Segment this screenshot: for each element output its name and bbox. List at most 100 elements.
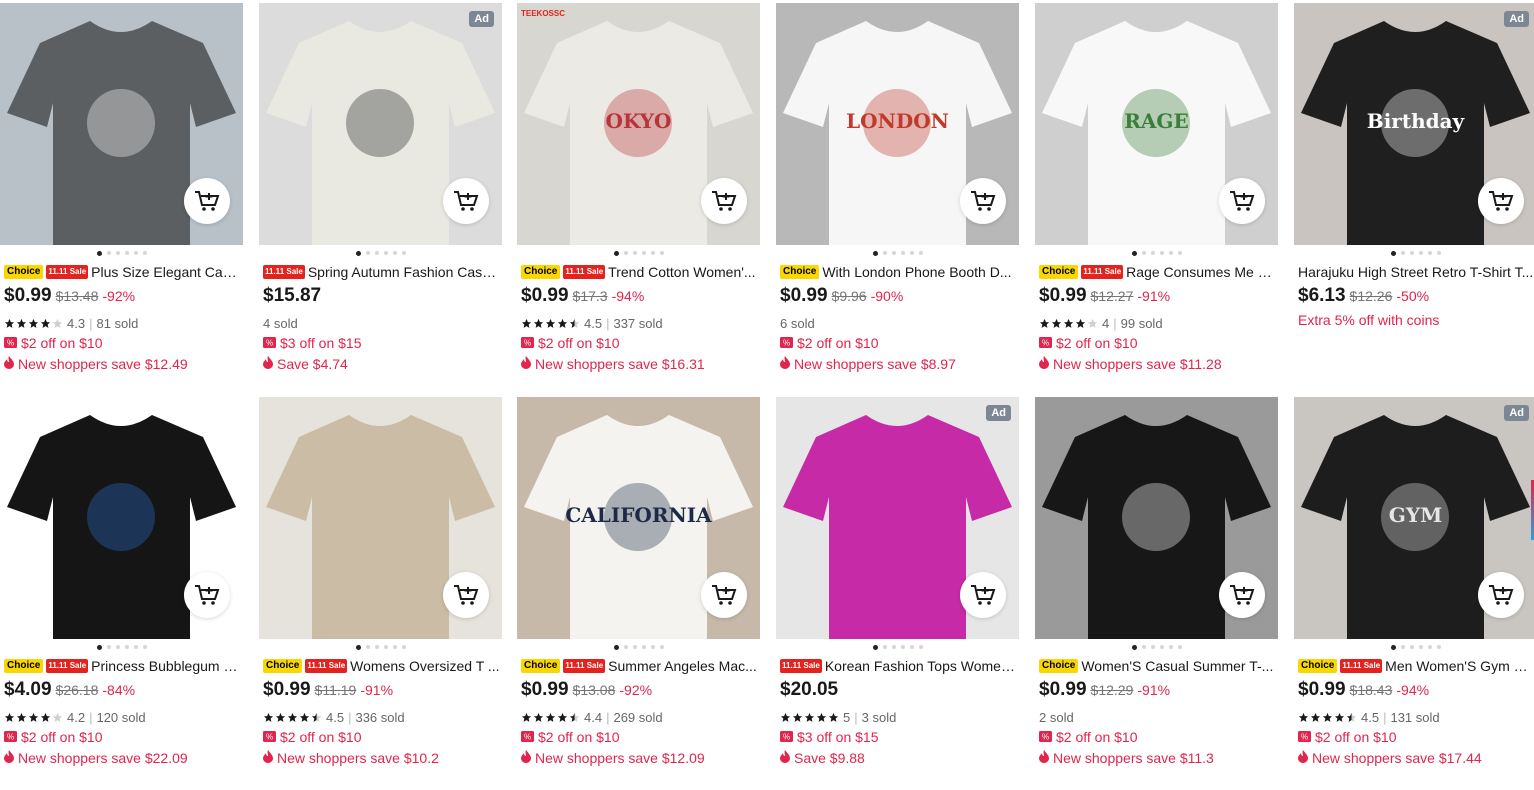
product-title[interactable]: Summer Angeles Mac...: [608, 658, 757, 674]
product-title-row[interactable]: 11.11 Sale Korean Fashion Tops Women...: [780, 656, 1018, 676]
add-to-cart-button[interactable]: [960, 572, 1006, 618]
carousel-dot[interactable]: [124, 251, 129, 255]
add-to-cart-button[interactable]: [701, 178, 747, 224]
product-image[interactable]: CALIFORNIA: [517, 397, 760, 639]
carousel-dots[interactable]: [517, 643, 760, 651]
product-title-row[interactable]: Choice Women'S Casual Summer T-...: [1039, 656, 1277, 676]
product-card[interactable]: OKYO TEEKOSSC Choice 11.11 Sale Trend Cotton…: [517, 3, 760, 383]
carousel-dot[interactable]: [124, 645, 129, 649]
product-title[interactable]: Korean Fashion Tops Women...: [825, 658, 1018, 674]
carousel-dot[interactable]: [1159, 645, 1164, 649]
carousel-dot[interactable]: [1177, 251, 1182, 255]
carousel-dot[interactable]: [1390, 250, 1396, 256]
product-card[interactable]: RAGE Choice 11.11 Sale Rage Consumes Me Fr.…: [1035, 3, 1278, 383]
carousel-dots[interactable]: [1294, 643, 1534, 651]
carousel-dot[interactable]: [1168, 251, 1173, 255]
carousel-dots[interactable]: [0, 249, 243, 257]
carousel-dot[interactable]: [650, 251, 655, 255]
carousel-dot[interactable]: [1400, 251, 1405, 255]
carousel-dot[interactable]: [96, 250, 102, 256]
carousel-dots[interactable]: [776, 643, 1019, 651]
carousel-dot[interactable]: [909, 251, 914, 255]
carousel-dot[interactable]: [1150, 251, 1155, 255]
carousel-dot[interactable]: [659, 251, 664, 255]
product-title-row[interactable]: Choice 11.11 Sale Womens Oversized T ...: [263, 656, 501, 676]
carousel-dots[interactable]: [259, 643, 502, 651]
carousel-dot[interactable]: [115, 251, 120, 255]
product-title[interactable]: Trend Cotton Women'...: [608, 264, 755, 280]
carousel-dot[interactable]: [374, 251, 379, 255]
product-image[interactable]: OKYO TEEKOSSC: [517, 3, 760, 245]
carousel-dot[interactable]: [1168, 645, 1173, 649]
carousel-dot[interactable]: [891, 645, 896, 649]
product-title-row[interactable]: Choice 11.11 Sale Rage Consumes Me Fr...: [1039, 262, 1277, 282]
carousel-dot[interactable]: [641, 645, 646, 649]
carousel-dot[interactable]: [392, 645, 397, 649]
product-title[interactable]: Princess Bubblegum R...: [91, 658, 242, 674]
product-title[interactable]: Women'S Casual Summer T-...: [1081, 658, 1273, 674]
carousel-dot[interactable]: [1409, 645, 1414, 649]
carousel-dot[interactable]: [909, 645, 914, 649]
product-image[interactable]: [0, 397, 243, 639]
carousel-dots[interactable]: [0, 643, 243, 651]
product-card[interactable]: Choice 11.11 Sale Princess Bubblegum R... $…: [0, 397, 243, 777]
product-title-row[interactable]: Harajuku High Street Retro T-Shirt T...: [1298, 262, 1534, 282]
product-card[interactable]: CALIFORNIA Choice 11.11 Sale Summer Angeles…: [517, 397, 760, 777]
carousel-dot[interactable]: [1141, 251, 1146, 255]
product-title[interactable]: Harajuku High Street Retro T-Shirt T...: [1298, 264, 1533, 280]
add-to-cart-button[interactable]: [443, 572, 489, 618]
product-image[interactable]: [0, 3, 243, 245]
carousel-dot[interactable]: [1131, 250, 1137, 256]
carousel-dots[interactable]: [1294, 249, 1534, 257]
carousel-dot[interactable]: [623, 251, 628, 255]
carousel-dot[interactable]: [133, 251, 138, 255]
product-title-row[interactable]: Choice 11.11 Sale Princess Bubblegum R...: [4, 656, 242, 676]
product-card[interactable]: Birthday Ad Harajuku High Street Retro T-S…: [1294, 3, 1534, 383]
carousel-dot[interactable]: [374, 645, 379, 649]
carousel-dot[interactable]: [1131, 644, 1137, 650]
product-title[interactable]: Rage Consumes Me Fr...: [1126, 264, 1277, 280]
carousel-dot[interactable]: [882, 251, 887, 255]
carousel-dot[interactable]: [1409, 251, 1414, 255]
carousel-dot[interactable]: [613, 250, 619, 256]
carousel-dot[interactable]: [1418, 251, 1423, 255]
carousel-dot[interactable]: [401, 251, 406, 255]
carousel-dot[interactable]: [392, 251, 397, 255]
product-title-row[interactable]: Choice 11.11 Sale Plus Size Elegant Casu..…: [4, 262, 242, 282]
carousel-dot[interactable]: [632, 645, 637, 649]
carousel-dot[interactable]: [872, 250, 878, 256]
carousel-dot[interactable]: [355, 250, 361, 256]
carousel-dot[interactable]: [1427, 645, 1432, 649]
product-image[interactable]: Ad: [259, 3, 502, 245]
carousel-dot[interactable]: [659, 645, 664, 649]
carousel-dot[interactable]: [632, 251, 637, 255]
carousel-dots[interactable]: [1035, 249, 1278, 257]
product-image[interactable]: [1035, 397, 1278, 639]
carousel-dot[interactable]: [106, 645, 111, 649]
carousel-dots[interactable]: [1035, 643, 1278, 651]
product-card[interactable]: Choice 11.11 Sale Plus Size Elegant Casu..…: [0, 3, 243, 383]
carousel-dot[interactable]: [1400, 645, 1405, 649]
carousel-dot[interactable]: [383, 645, 388, 649]
carousel-dot[interactable]: [1150, 645, 1155, 649]
product-title[interactable]: Spring Autumn Fashion Casu...: [308, 264, 501, 280]
product-image[interactable]: LONDON: [776, 3, 1019, 245]
carousel-dot[interactable]: [1159, 251, 1164, 255]
carousel-dot[interactable]: [882, 645, 887, 649]
carousel-dot[interactable]: [383, 251, 388, 255]
carousel-dot[interactable]: [918, 251, 923, 255]
carousel-dot[interactable]: [1418, 645, 1423, 649]
carousel-dot[interactable]: [891, 251, 896, 255]
carousel-dots[interactable]: [776, 249, 1019, 257]
product-card[interactable]: Choice 11.11 Sale Womens Oversized T ... $0…: [259, 397, 502, 777]
product-card[interactable]: Ad 11.11 Sale Spring Autumn Fashion Casu..…: [259, 3, 502, 383]
product-title-row[interactable]: Choice 11.11 Sale Trend Cotton Women'...: [521, 262, 759, 282]
carousel-dots[interactable]: [259, 249, 502, 257]
carousel-dot[interactable]: [872, 644, 878, 650]
carousel-dots[interactable]: [517, 249, 760, 257]
carousel-dot[interactable]: [900, 251, 905, 255]
product-title[interactable]: Womens Oversized T ...: [350, 658, 499, 674]
product-card[interactable]: Ad 11.11 Sale Korean Fashion Tops Women...…: [776, 397, 1019, 777]
product-image[interactable]: [259, 397, 502, 639]
carousel-dot[interactable]: [365, 645, 370, 649]
